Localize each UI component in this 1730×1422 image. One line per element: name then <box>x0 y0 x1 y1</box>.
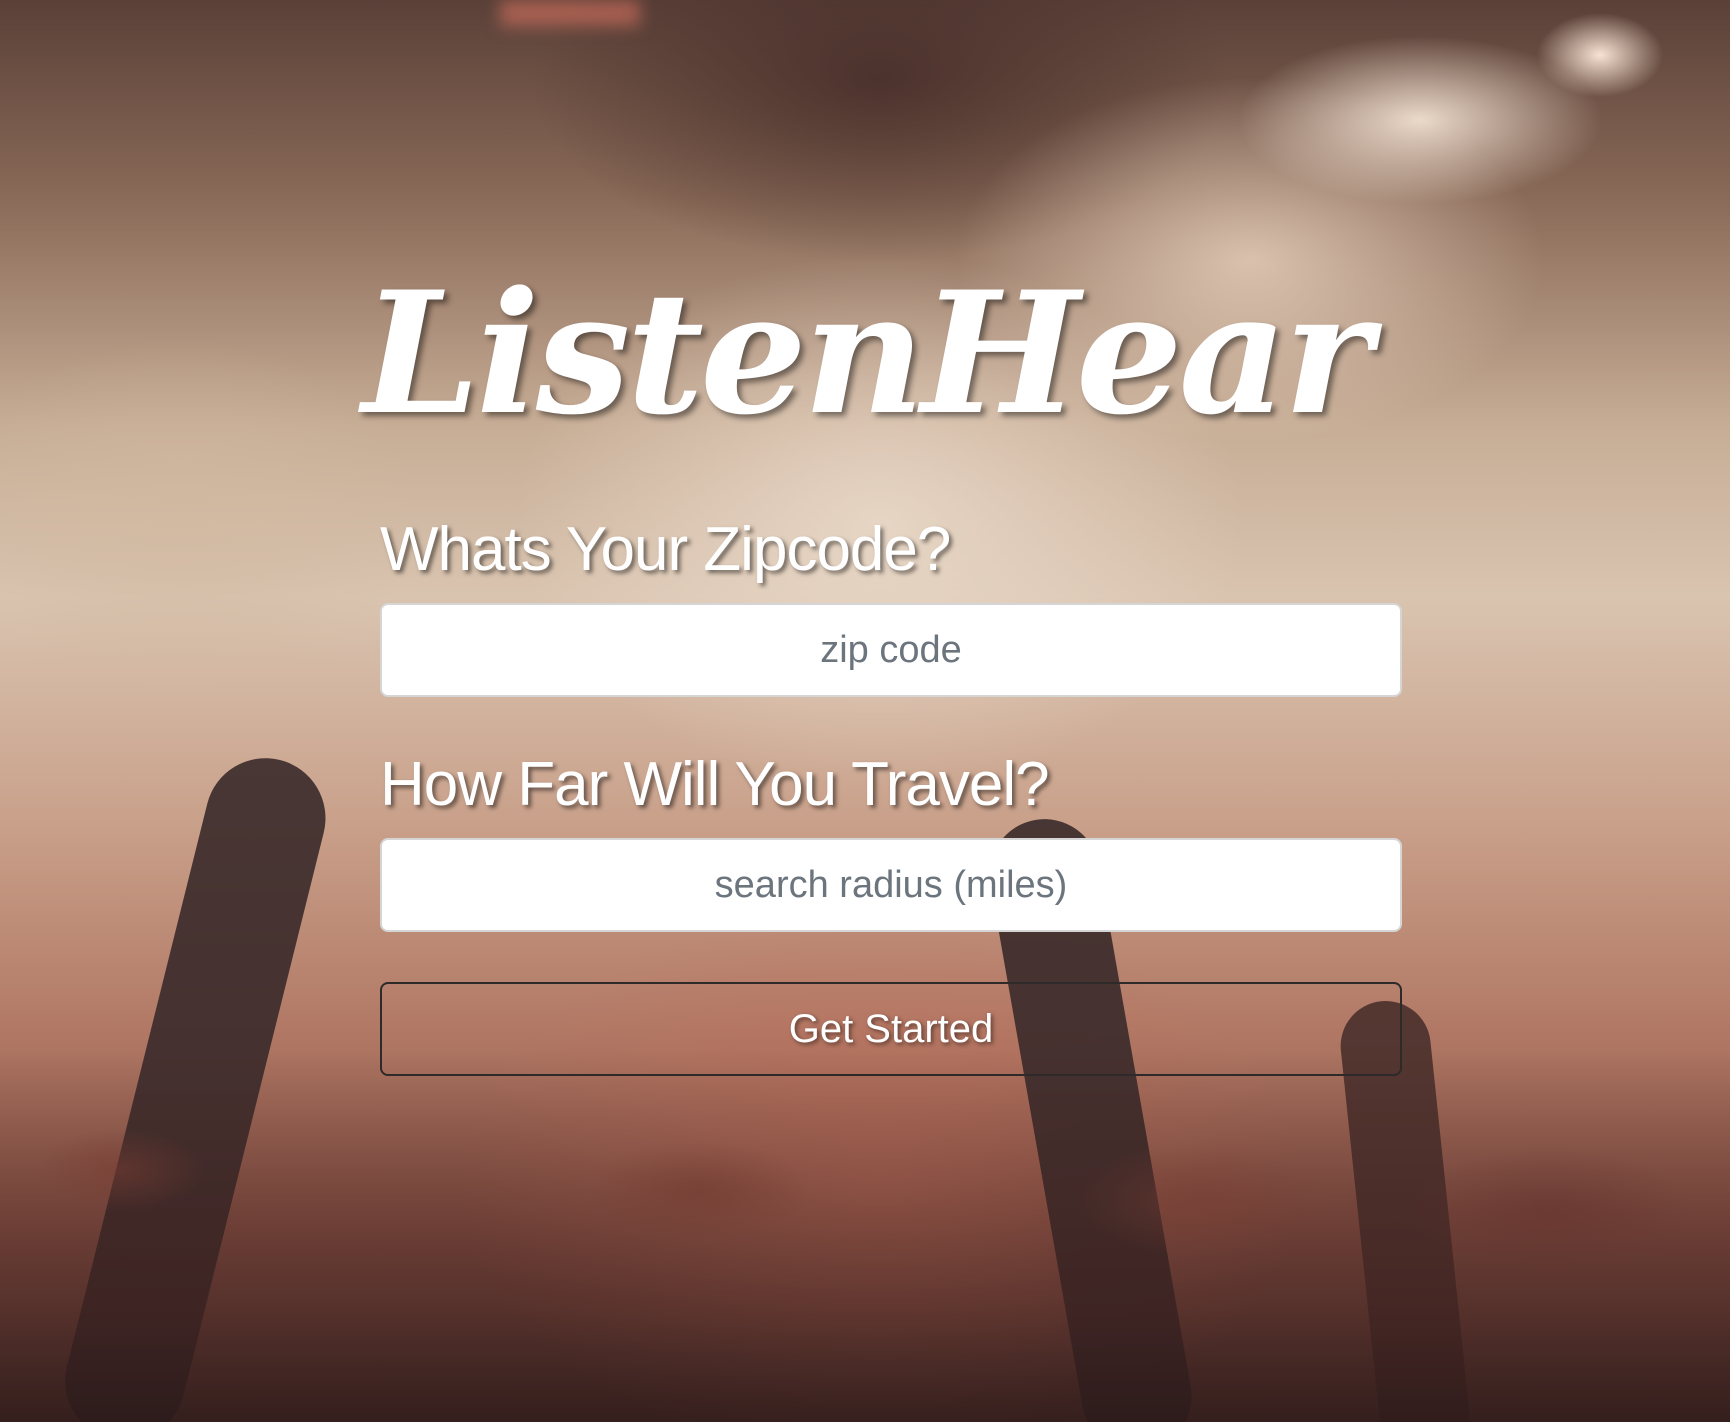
travel-radius-label: How Far Will You Travel? <box>380 750 1050 819</box>
zipcode-input[interactable] <box>380 603 1402 697</box>
landing-form: ListenHear Whats Your Zipcode? How Far W… <box>0 0 1730 1422</box>
search-radius-input[interactable] <box>380 838 1402 932</box>
get-started-button[interactable]: Get Started <box>380 982 1402 1076</box>
app-logo: ListenHear <box>361 254 1372 452</box>
zipcode-label: Whats Your Zipcode? <box>380 515 951 584</box>
